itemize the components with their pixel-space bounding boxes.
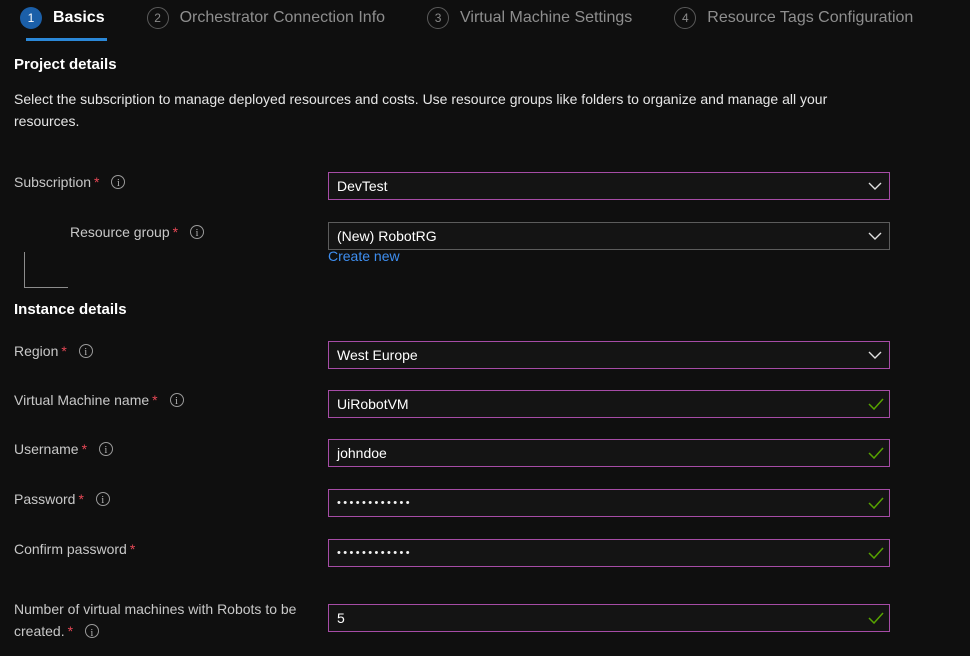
vm-count-label-text: Number of virtual machines with Robots t… xyxy=(14,601,297,639)
vm-count-required-asterisk: * xyxy=(67,623,74,639)
username-label: Username * xyxy=(14,439,314,461)
subscription-label: Subscription * xyxy=(14,172,314,194)
chevron-down-icon[interactable] xyxy=(861,223,889,249)
tab-basics[interactable]: 1 Basics xyxy=(20,0,107,41)
checkmark-icon xyxy=(863,605,889,631)
username-required-asterisk: * xyxy=(81,441,88,457)
instance-details-heading: Instance details xyxy=(14,301,127,318)
resource-group-row: Resource group* (New) RobotRG xyxy=(0,222,970,252)
tab-virtual-machine-settings[interactable]: 3 Virtual Machine Settings xyxy=(427,0,632,36)
tab-virtual-machine-settings-step-number: 3 xyxy=(427,7,450,29)
resource-group-value: (New) RobotRG xyxy=(337,228,437,244)
checkmark-icon xyxy=(863,391,889,417)
region-dropdown[interactable]: West Europe xyxy=(328,341,890,369)
tab-active-indicator xyxy=(26,38,107,41)
confirm-password-required-asterisk: * xyxy=(129,541,136,557)
password-info-icon[interactable] xyxy=(95,491,110,511)
project-details-description: Select the subscription to manage deploy… xyxy=(14,91,828,129)
tab-orchestrator-connection-info-step-number: 2 xyxy=(146,7,169,29)
resource-group-required-asterisk: * xyxy=(172,224,179,240)
region-required-asterisk: * xyxy=(61,343,67,359)
subscription-label-text: Subscription xyxy=(14,174,92,190)
subscription-row: Subscription* DevTest xyxy=(0,172,970,202)
username-info-icon[interactable] xyxy=(98,441,113,461)
region-label-text: Region xyxy=(14,343,59,359)
password-label-text: Password xyxy=(14,491,76,507)
subscription-dropdown[interactable]: DevTest xyxy=(328,172,890,200)
virtual-machine-name-info-icon[interactable] xyxy=(169,392,184,412)
checkmark-icon xyxy=(863,540,889,566)
tab-orchestrator-connection-info-label: Orchestrator Connection Info xyxy=(179,9,386,26)
confirm-password-label: Confirm password * xyxy=(14,539,314,559)
resource-group-info-icon[interactable] xyxy=(189,224,204,244)
subscription-info-icon[interactable] xyxy=(111,174,126,194)
chevron-down-icon[interactable] xyxy=(861,173,889,199)
tab-resource-tags-configuration-step-number: 4 xyxy=(674,7,697,29)
resource-group-label-text: Resource group xyxy=(70,224,170,240)
vm-count-row: Number of virtual machines with Robots t… xyxy=(0,601,970,645)
virtual-machine-name-label: Virtual Machine name * xyxy=(14,390,314,412)
virtual-machine-name-required-asterisk: * xyxy=(152,392,158,408)
basics-form: Project details Select the subscription … xyxy=(0,56,970,645)
confirm-password-row: Confirm password * •••••••••••• xyxy=(0,539,970,569)
virtual-machine-name-row: Virtual Machine name* UiRobotVM xyxy=(0,390,970,420)
confirm-password-label-text: Confirm password xyxy=(14,541,127,557)
region-value: West Europe xyxy=(337,347,418,363)
username-value: johndoe xyxy=(337,445,387,461)
tab-orchestrator-connection-info[interactable]: 2 Orchestrator Connection Info xyxy=(146,0,386,36)
region-row: Region* West Europe xyxy=(0,341,970,371)
virtual-machine-name-input[interactable]: UiRobotVM xyxy=(328,390,890,418)
username-input[interactable]: johndoe xyxy=(328,439,890,467)
vm-count-info-icon[interactable] xyxy=(84,623,99,645)
confirm-password-value: •••••••••••• xyxy=(337,547,413,559)
region-label: Region * xyxy=(14,341,314,363)
region-info-icon[interactable] xyxy=(78,343,93,363)
password-label: Password * xyxy=(14,489,314,511)
password-required-asterisk: * xyxy=(78,491,84,507)
password-value: •••••••••••• xyxy=(337,497,413,509)
subscription-value: DevTest xyxy=(337,178,388,194)
tab-basics-label: Basics xyxy=(53,9,105,26)
virtual-machine-name-label-text: Virtual Machine name xyxy=(14,392,150,408)
tab-resource-tags-configuration[interactable]: 4 Resource Tags Configuration xyxy=(674,0,913,36)
vm-count-input[interactable]: 5 xyxy=(328,604,890,632)
password-row: Password* •••••••••••• xyxy=(0,489,970,519)
resource-group-label: Resource group * xyxy=(70,222,370,244)
subscription-resourcegroup-connector xyxy=(24,252,68,288)
tab-virtual-machine-settings-label: Virtual Machine Settings xyxy=(460,9,633,26)
username-row: Username* johndoe xyxy=(0,439,970,469)
chevron-down-icon[interactable] xyxy=(861,342,889,368)
project-details-heading: Project details xyxy=(14,56,117,73)
tab-resource-tags-configuration-label: Resource Tags Configuration xyxy=(707,9,914,26)
tab-basics-step-number: 1 xyxy=(20,7,42,29)
vm-count-value: 5 xyxy=(337,610,345,626)
subscription-required-asterisk: * xyxy=(94,174,100,190)
confirm-password-input[interactable]: •••••••••••• xyxy=(328,539,890,567)
virtual-machine-name-value: UiRobotVM xyxy=(337,396,409,412)
checkmark-icon xyxy=(863,490,889,516)
resource-group-dropdown[interactable]: (New) RobotRG xyxy=(328,222,890,250)
checkmark-icon xyxy=(863,440,889,466)
password-input[interactable]: •••••••••••• xyxy=(328,489,890,517)
wizard-tab-strip: 1 Basics 2 Orchestrator Connection Info … xyxy=(0,0,970,44)
vm-count-label: Number of virtual machines with Robots t… xyxy=(14,598,334,645)
username-label-text: Username xyxy=(14,441,79,457)
create-new-resource-group-link[interactable]: Create new xyxy=(328,248,400,264)
